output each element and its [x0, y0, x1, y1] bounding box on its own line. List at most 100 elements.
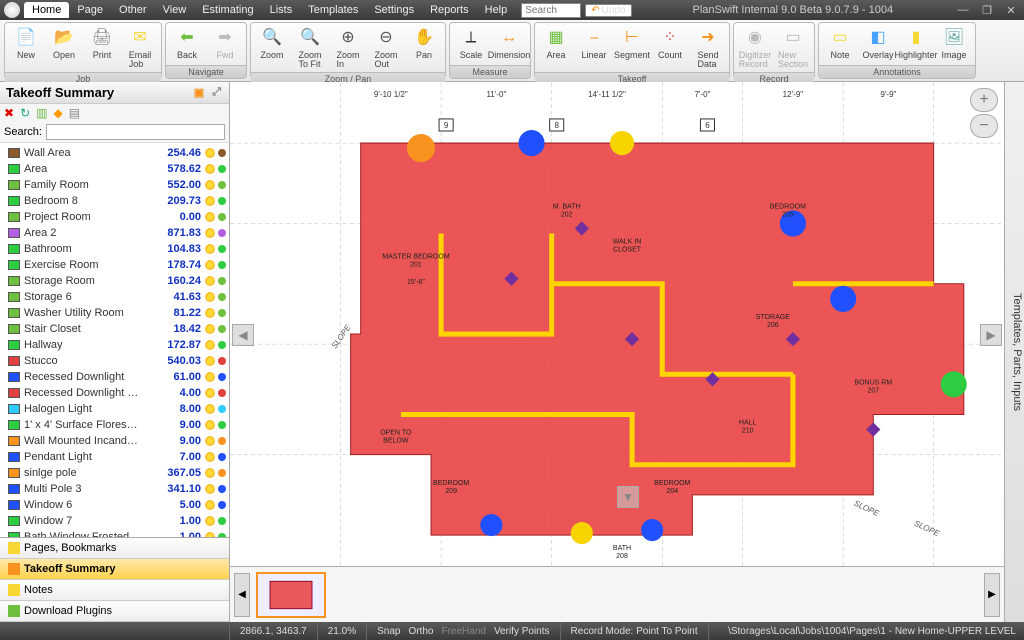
color-dot-icon[interactable] [218, 421, 226, 429]
count-button[interactable]: ⁘Count [652, 25, 688, 70]
thumb-prev-button[interactable]: ◀ [234, 573, 250, 617]
pan-button[interactable]: ✋Pan [406, 25, 442, 70]
zoom-to-fit-button[interactable]: 🔍ZoomTo Fit [292, 25, 328, 70]
visibility-bulb-icon[interactable] [205, 324, 215, 334]
takeoff-tree[interactable]: Wall Area254.46Area578.62Family Room552.… [0, 143, 229, 537]
tree-row[interactable]: Area 2871.83 [0, 225, 229, 241]
color-dot-icon[interactable] [218, 437, 226, 445]
color-dot-icon[interactable] [218, 357, 226, 365]
visibility-bulb-icon[interactable] [205, 500, 215, 510]
visibility-bulb-icon[interactable] [205, 196, 215, 206]
tree-row[interactable]: Area578.62 [0, 161, 229, 177]
zoom-out-button[interactable]: ⊖ZoomOut [368, 25, 404, 70]
tree-row[interactable]: Stair Closet18.42 [0, 321, 229, 337]
color-dot-icon[interactable] [218, 277, 226, 285]
menu-view[interactable]: View [155, 2, 195, 18]
menu-reports[interactable]: Reports [422, 2, 477, 18]
color-dot-icon[interactable] [218, 485, 226, 493]
visibility-bulb-icon[interactable] [205, 148, 215, 158]
canvas-zoom-out-button[interactable]: − [970, 114, 998, 138]
back-button[interactable]: ⬅Back [169, 25, 205, 63]
window-restore-icon[interactable]: ❐ [978, 4, 996, 17]
zoom-in-button[interactable]: ⊕ZoomIn [330, 25, 366, 70]
zoom-button[interactable]: 🔍Zoom [254, 25, 290, 70]
item-icon[interactable]: ◆ [53, 106, 62, 120]
pan-down-button[interactable]: ▼ [617, 486, 639, 508]
color-dot-icon[interactable] [218, 389, 226, 397]
color-dot-icon[interactable] [218, 309, 226, 317]
visibility-bulb-icon[interactable] [205, 516, 215, 526]
visibility-bulb-icon[interactable] [205, 404, 215, 414]
visibility-bulb-icon[interactable] [205, 452, 215, 462]
visibility-bulb-icon[interactable] [205, 372, 215, 382]
menu-other[interactable]: Other [111, 2, 155, 18]
tree-row[interactable]: Stucco540.03 [0, 353, 229, 369]
color-dot-icon[interactable] [218, 245, 226, 253]
tree-row[interactable]: Storage Room160.24 [0, 273, 229, 289]
status-mode-snap[interactable]: Snap [377, 626, 400, 637]
tab-plugins[interactable]: Download Plugins [0, 601, 229, 622]
color-dot-icon[interactable] [218, 229, 226, 237]
visibility-bulb-icon[interactable] [205, 420, 215, 430]
color-dot-icon[interactable] [218, 453, 226, 461]
visibility-bulb-icon[interactable] [205, 276, 215, 286]
tree-row[interactable]: sinlge pole367.05 [0, 465, 229, 481]
tree-row[interactable]: Recessed Downlight61.00 [0, 369, 229, 385]
visibility-bulb-icon[interactable] [205, 388, 215, 398]
image-button[interactable]: 🖼Image [936, 25, 972, 63]
email-job-button[interactable]: ✉EmailJob [122, 25, 158, 70]
visibility-bulb-icon[interactable] [205, 228, 215, 238]
color-dot-icon[interactable] [218, 517, 226, 525]
color-dot-icon[interactable] [218, 293, 226, 301]
window-minimize-icon[interactable]: — [954, 4, 972, 17]
visibility-bulb-icon[interactable] [205, 436, 215, 446]
tree-row[interactable]: Pendant Light7.00 [0, 449, 229, 465]
dimension-button[interactable]: ↔Dimension [491, 25, 527, 63]
tree-row[interactable]: 1' x 4' Surface Flores…9.00 [0, 417, 229, 433]
visibility-bulb-icon[interactable] [205, 164, 215, 174]
color-dot-icon[interactable] [218, 261, 226, 269]
visibility-bulb-icon[interactable] [205, 244, 215, 254]
menu-home[interactable]: Home [24, 2, 69, 18]
new-button[interactable]: 📄New [8, 25, 44, 70]
color-dot-icon[interactable] [218, 213, 226, 221]
color-dot-icon[interactable] [218, 469, 226, 477]
visibility-bulb-icon[interactable] [205, 340, 215, 350]
right-dock-tab[interactable]: Templates, Parts, Inputs [1004, 82, 1024, 622]
tree-row[interactable]: Exercise Room178.74 [0, 257, 229, 273]
menu-search-input[interactable] [521, 3, 581, 18]
tree-row[interactable]: Halogen Light8.00 [0, 401, 229, 417]
drawing-canvas[interactable]: MASTER BEDROOM20115'-6" M. BATH202 WALK … [230, 82, 1004, 566]
send-data-button[interactable]: ➜SendData [690, 25, 726, 70]
visibility-bulb-icon[interactable] [205, 292, 215, 302]
color-dot-icon[interactable] [218, 149, 226, 157]
props-icon[interactable]: ▤ [69, 106, 80, 120]
color-dot-icon[interactable] [218, 405, 226, 413]
undo-button[interactable]: Undo [585, 4, 631, 17]
panel-button[interactable]: ▣ [192, 86, 206, 99]
window-close-icon[interactable]: ✕ [1002, 4, 1020, 17]
visibility-bulb-icon[interactable] [205, 212, 215, 222]
visibility-bulb-icon[interactable] [205, 468, 215, 478]
color-dot-icon[interactable] [218, 181, 226, 189]
refresh-icon[interactable]: ↻ [20, 106, 30, 120]
folder-icon[interactable]: ▥ [36, 106, 47, 120]
thumb-next-button[interactable]: ▶ [984, 573, 1000, 617]
menu-lists[interactable]: Lists [262, 2, 301, 18]
tree-row[interactable]: Storage 641.63 [0, 289, 229, 305]
color-dot-icon[interactable] [218, 373, 226, 381]
segment-button[interactable]: ⊢Segment [614, 25, 650, 70]
visibility-bulb-icon[interactable] [205, 356, 215, 366]
highlighter-button[interactable]: ▮Highlighter [898, 25, 934, 63]
pan-left-button[interactable]: ◀ [232, 324, 254, 346]
color-dot-icon[interactable] [218, 165, 226, 173]
tab-notes[interactable]: Notes [0, 580, 229, 601]
overlay-button[interactable]: ◧Overlay [860, 25, 896, 63]
scale-button[interactable]: ⟂Scale [453, 25, 489, 63]
tree-row[interactable]: Project Room0.00 [0, 209, 229, 225]
tree-row[interactable]: Family Room552.00 [0, 177, 229, 193]
page-thumbnail[interactable] [256, 572, 326, 618]
tree-row[interactable]: Hallway172.87 [0, 337, 229, 353]
tree-row[interactable]: Window 71.00 [0, 513, 229, 529]
panel-button[interactable]: ⤢ [210, 86, 223, 99]
